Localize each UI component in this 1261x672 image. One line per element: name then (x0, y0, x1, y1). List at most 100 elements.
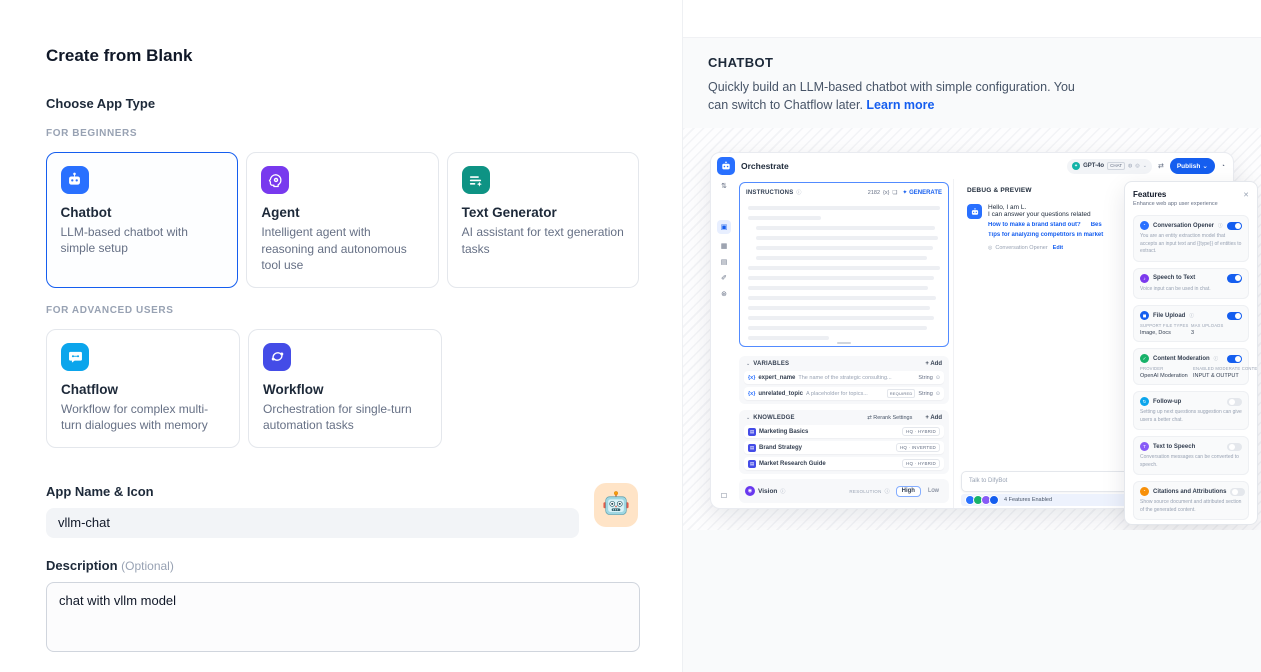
toggle-follow-up[interactable] (1227, 398, 1242, 407)
knowledge-row[interactable]: ▤ Market Research Guide HQ · HYBRID (744, 457, 944, 470)
feature-name: Text to Speech (1153, 444, 1195, 450)
feature-desc: Setting up next questions suggestion can… (1140, 409, 1242, 424)
app-type-card-agent[interactable]: Agent Intelligent agent with reasoning a… (246, 152, 438, 288)
features-enabled-bar[interactable]: 4 Features Enabled (961, 494, 1129, 506)
chatbot-robot-icon (61, 166, 89, 194)
toggle-speech-to-text[interactable] (1227, 274, 1242, 283)
agent-icon (261, 166, 289, 194)
toggle-content-moderation[interactable] (1227, 355, 1242, 364)
greeting-line: Hello, I am L. (988, 204, 1132, 211)
app-type-description: AI assistant for text generation tasks (462, 224, 624, 257)
suggested-question[interactable]: How to make a brand stand out? (988, 222, 1081, 228)
app-type-title: Workflow (263, 382, 427, 397)
model-mode-badge: CHAT (1107, 162, 1125, 170)
resize-handle[interactable] (837, 342, 851, 344)
chevron-down-icon: ⌄ (1202, 162, 1207, 170)
variable-icon: {x} (748, 375, 755, 381)
required-badge: REQUIRED (887, 389, 916, 398)
chat-input[interactable]: Talk to DifyBot (961, 471, 1129, 492)
app-name-input[interactable] (46, 508, 579, 538)
feature-name: Speech to Text (1153, 275, 1195, 281)
feature-col-value: 3 (1191, 330, 1242, 336)
suggested-question[interactable]: Bes (1091, 222, 1102, 228)
opener-label: Conversation Opener (995, 245, 1047, 251)
feature-col-label: PROVIDER (1140, 366, 1193, 371)
resolution-low-chip[interactable]: Low (924, 487, 943, 496)
info-icon: ⓘ (1214, 356, 1219, 362)
copy-icon[interactable]: ❏ (892, 190, 897, 196)
model-selector[interactable]: ✦ GPT-4o CHAT ◍ ◎ ⌄ (1067, 159, 1152, 174)
orchestrate-sidebar: ⇅ ▣ ▦ ▤ ✐ ⊛ ☐ (711, 179, 737, 508)
file-upload-icon: ◼ (1140, 311, 1149, 320)
knowledge-row[interactable]: ▤ Marketing Basics HQ · HYBRID (744, 425, 944, 438)
toggle-file-upload[interactable] (1227, 312, 1242, 321)
dataset-icon: ▤ (748, 428, 756, 436)
workflow-icon (263, 343, 291, 371)
description-label-text: Description (46, 558, 118, 573)
feature-name: File Upload (1153, 313, 1185, 319)
chevron-down-icon[interactable]: ⌄ (746, 416, 750, 421)
choose-app-type-label: Choose App Type (46, 96, 639, 111)
sort-icon[interactable]: ⇅ (721, 183, 727, 190)
app-type-title: Chatflow (61, 382, 225, 397)
add-knowledge-button[interactable]: + Add (925, 415, 942, 421)
close-icon[interactable]: ✕ (1243, 191, 1249, 199)
feature-name: Conversation Opener (1153, 223, 1214, 229)
feature-text-to-speech: T Text to Speech Conversation messages c… (1133, 436, 1249, 475)
collapse-icon[interactable]: ☐ (711, 492, 737, 500)
knowledge-row[interactable]: ▤ Brand Strategy HQ · INVERTED (744, 441, 944, 454)
greeting-line: I can answer your questions related (988, 211, 1132, 218)
preview-image: Orchestrate ✦ GPT-4o CHAT ◍ ◎ ⌄ ⇄ Publis… (683, 128, 1261, 530)
chevron-down-icon[interactable]: ⌄ (746, 362, 750, 367)
model-provider-icon: ✦ (1072, 162, 1080, 170)
settings-mini-icon: ◎ (1135, 163, 1139, 169)
app-icon-picker[interactable] (594, 483, 638, 527)
app-type-description: Workflow for complex multi-turn dialogue… (61, 401, 225, 434)
suggested-question[interactable]: Tips for analyzing competitors in market (988, 232, 1103, 238)
history-icon[interactable]: ◔ (1221, 163, 1225, 170)
model-params-icon[interactable]: ⇄ (1158, 162, 1164, 170)
app-type-card-chatbot[interactable]: Chatbot LLM-based chatbot with simple se… (46, 152, 238, 288)
upload-chip-icon (989, 495, 999, 505)
rerank-label: Rerank Settings (873, 415, 912, 421)
preview-pane: CHATBOT Quickly build an LLM-based chatb… (683, 0, 1261, 672)
variable-icon: {x} (748, 391, 755, 397)
robot-emoji-icon (601, 490, 631, 520)
toggle-citations[interactable] (1230, 488, 1245, 497)
feature-name: Citations and Attributions (1153, 489, 1226, 495)
rerank-settings-button[interactable]: ⇄ Rerank Settings (867, 415, 912, 421)
feature-citations: ” Citations and Attributions Show source… (1133, 481, 1249, 520)
app-type-title: Agent (261, 205, 423, 220)
bot-message: Hello, I am L. I can answer your questio… (954, 194, 1132, 251)
bot-avatar-icon (967, 204, 982, 219)
publish-button[interactable]: Publish ⌄ (1170, 158, 1215, 174)
edit-opener-link[interactable]: Edit (1053, 245, 1063, 251)
document-nav-icon[interactable]: ▤ (721, 259, 728, 266)
variable-icon[interactable]: {x} (883, 190, 889, 196)
variable-type: String (918, 391, 932, 397)
note-nav-icon[interactable]: ✐ (721, 275, 727, 282)
resolution-label: RESOLUTION (849, 489, 881, 494)
advanced-app-type-cards: Chatflow Workflow for complex multi-turn… (46, 329, 639, 448)
top-strip (683, 0, 1261, 38)
app-type-title: Chatbot (61, 205, 224, 220)
description-textarea[interactable]: chat with vllm model (46, 582, 640, 652)
app-type-card-chatflow[interactable]: Chatflow Workflow for complex multi-turn… (46, 329, 240, 448)
feature-col-label: SUPPORT FILE TYPES (1140, 323, 1191, 328)
add-variable-button[interactable]: + Add (925, 361, 942, 367)
app-type-card-workflow[interactable]: Workflow Orchestration for single-turn a… (248, 329, 442, 448)
learn-more-link[interactable]: Learn more (866, 98, 934, 112)
variable-row[interactable]: {x} expert_name The name of the strategi… (744, 371, 944, 384)
app-type-card-text-generator[interactable]: Text Generator AI assistant for text gen… (447, 152, 639, 288)
preview-type-tag: CHATBOT (708, 55, 1221, 70)
toggle-conversation-opener[interactable] (1227, 222, 1242, 231)
orchestrate-nav-icon[interactable]: ▣ (717, 220, 731, 234)
instructions-panel[interactable]: INSTRUCTIONS ⓘ 2182 {x} ❏ ✦ GENERATE (739, 182, 949, 347)
generate-button[interactable]: ✦ GENERATE (902, 189, 942, 196)
toggle-text-to-speech[interactable] (1227, 443, 1242, 452)
variable-name: unrelated_topic (758, 391, 803, 397)
globe-nav-icon[interactable]: ⊛ (721, 291, 727, 298)
image-nav-icon[interactable]: ▦ (721, 243, 728, 250)
resolution-high-chip[interactable]: High (896, 486, 921, 497)
variable-row[interactable]: {x} unrelated_topic A placeholder for to… (744, 387, 944, 400)
